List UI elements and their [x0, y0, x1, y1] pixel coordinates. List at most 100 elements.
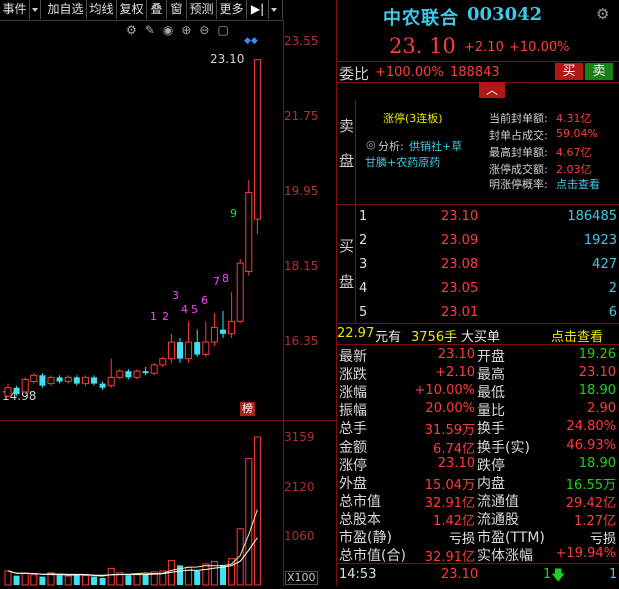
- candle-number-label: 5: [191, 303, 198, 316]
- chart-axis-separator: [283, 20, 284, 586]
- quote-label: 振幅: [339, 403, 367, 420]
- volume-bar: [107, 568, 115, 586]
- collapse-panel-icon[interactable]: ▶|: [247, 0, 269, 19]
- big-buy-link[interactable]: 点击查看: [551, 326, 603, 345]
- quote-table: 最新 23.10 开盘 19.26 涨跌 +2.10 最高 23.10 涨幅 +10.00% 最低 1…: [337, 345, 619, 565]
- tick-time: 14:53: [339, 567, 377, 582]
- candle-number-label: 1: [150, 310, 157, 323]
- stock-code: 003042: [467, 4, 543, 25]
- quote-label: 涨幅: [339, 385, 367, 402]
- quote-label: 总手: [339, 421, 367, 438]
- candle-body: [167, 341, 175, 360]
- order-price: 23.08: [441, 257, 479, 272]
- analysis-text[interactable]: 甘膦+农药原药: [365, 154, 440, 170]
- sell-button[interactable]: 卖: [585, 63, 613, 80]
- toolbar: 事件 加自选 均线 复权 叠 窗 预测 更多 ▶|: [0, 0, 284, 21]
- candle-body: [177, 342, 183, 359]
- quote-value: 18.90: [578, 383, 616, 399]
- quote-value: 24.80%: [566, 419, 616, 435]
- sell-side-label: 卖: [339, 117, 355, 135]
- candle-body: [228, 320, 236, 335]
- quote-row: 总手 31.59万 换手 24.80%: [337, 418, 619, 438]
- quote-row: 最新 23.10 开盘 19.26: [337, 346, 619, 365]
- candle-body: [253, 59, 261, 220]
- stat-label: 明涨停概率:: [489, 178, 548, 191]
- candle-body: [133, 370, 141, 378]
- volume-bar: [202, 563, 210, 586]
- quote-label: 金额: [339, 439, 367, 456]
- price-change: +2.10: [464, 40, 504, 55]
- settings-gear-icon[interactable]: ⚙: [596, 5, 609, 23]
- candle-body: [202, 341, 210, 356]
- volume-bar: [56, 575, 63, 585]
- price-change-pct: +10.00%: [509, 40, 570, 55]
- price-tick: 19.95: [284, 184, 319, 198]
- volume-ma-line-2: [7, 537, 258, 576]
- limit-up-panel: 卖 盘 涨停(3连板) ◎ 分析: 供销社+草 甘膦+农药原药 当前封单额: 4…: [337, 100, 619, 204]
- limit-prob-link[interactable]: 点击查看: [556, 176, 600, 192]
- quote-row: 涨停 23.10 跌停 18.90: [337, 455, 619, 474]
- big-buy-row: 22.97 元有 3756手 大买单 点击查看: [337, 324, 619, 345]
- candle-body: [159, 358, 167, 366]
- stat-label: 封单占成交:: [489, 129, 548, 142]
- order-level: 5: [359, 305, 368, 320]
- volume-bar: [245, 458, 253, 586]
- more-dropdown-icon[interactable]: [269, 0, 283, 19]
- current-price: 23. 10: [389, 34, 456, 58]
- stat-label: 当前封单额:: [489, 112, 548, 125]
- volume-bar: [81, 575, 89, 586]
- events-dropdown-icon[interactable]: [30, 0, 41, 19]
- quote-row: 外盘 15.04万 内盘 16.55万: [337, 473, 619, 493]
- quote-row: 市盈(静) 亏损 市盈(TTM) 亏损: [337, 527, 619, 547]
- quote-row: 总市值(合) 32.91亿 实体涨幅 +19.94%: [337, 545, 619, 565]
- price-bar: 23. 10 +2.10 +10.00%: [337, 32, 619, 60]
- volume-bar: [194, 570, 201, 585]
- toolbar-item-add-watch[interactable]: 加自选: [45, 0, 87, 19]
- volume-bar: [91, 576, 97, 585]
- quote-value: 46.93%: [566, 437, 616, 453]
- order-level: 2: [359, 233, 368, 248]
- analysis-text[interactable]: 供销社+草: [409, 138, 462, 154]
- candle-number-label: 4: [181, 303, 188, 316]
- order-price: 23.05: [441, 281, 479, 296]
- order-book-row: 4 23.05 2: [357, 281, 617, 299]
- toolbar-item-window[interactable]: 窗: [167, 0, 187, 19]
- toolbar-item-more[interactable]: 更多: [217, 0, 247, 19]
- big-buy-amount: 22.97: [337, 326, 375, 341]
- toolbar-item-ma[interactable]: 均线: [87, 0, 117, 19]
- price-tick: 16.35: [284, 334, 319, 348]
- volume-bar: [39, 576, 46, 585]
- toolbar-item-overlay[interactable]: 叠: [147, 0, 167, 19]
- toolbar-item-forecast[interactable]: 预测: [187, 0, 217, 19]
- volume-tick: 3159: [284, 430, 315, 444]
- quote-row: 金额 6.74亿 换手(实) 46.93%: [337, 437, 619, 457]
- quote-label: 流通股: [477, 511, 519, 528]
- quote-value: 19.26: [578, 347, 616, 362]
- volume-ma-line: [7, 509, 258, 577]
- sell-side-label: 盘: [339, 152, 355, 170]
- candle-body: [47, 376, 55, 385]
- big-buy-hands: 3756手: [411, 330, 458, 345]
- candle-body: [245, 192, 253, 272]
- buy-button[interactable]: 买: [555, 63, 583, 80]
- order-volume: 427: [592, 257, 617, 272]
- quote-label: 涨停: [339, 457, 367, 474]
- arrow-down-icon: 🡇: [551, 568, 566, 584]
- volume-tick: 1060: [284, 529, 315, 543]
- quote-label: 最低: [477, 385, 505, 402]
- candle-body: [150, 364, 158, 374]
- order-ratio-label: 委比: [339, 65, 370, 83]
- quote-label: 换手(实): [477, 439, 530, 456]
- toolbar-item-events[interactable]: 事件: [0, 0, 30, 19]
- collapse-toggle[interactable]: ︿: [479, 82, 505, 98]
- analysis-prefix: 分析:: [378, 140, 404, 153]
- stat-value: 59.04%: [556, 127, 598, 140]
- candle-number-label: 2: [162, 310, 169, 323]
- quote-label: 内盘: [477, 475, 505, 492]
- candle-body: [142, 371, 149, 374]
- buy-side-label: 买: [339, 237, 355, 255]
- order-book-row: 5 23.01 6: [357, 305, 617, 323]
- toolbar-item-adjust[interactable]: 复权: [117, 0, 147, 19]
- quote-label: 市盈(静): [339, 530, 392, 546]
- quote-value: 2.90: [587, 401, 616, 417]
